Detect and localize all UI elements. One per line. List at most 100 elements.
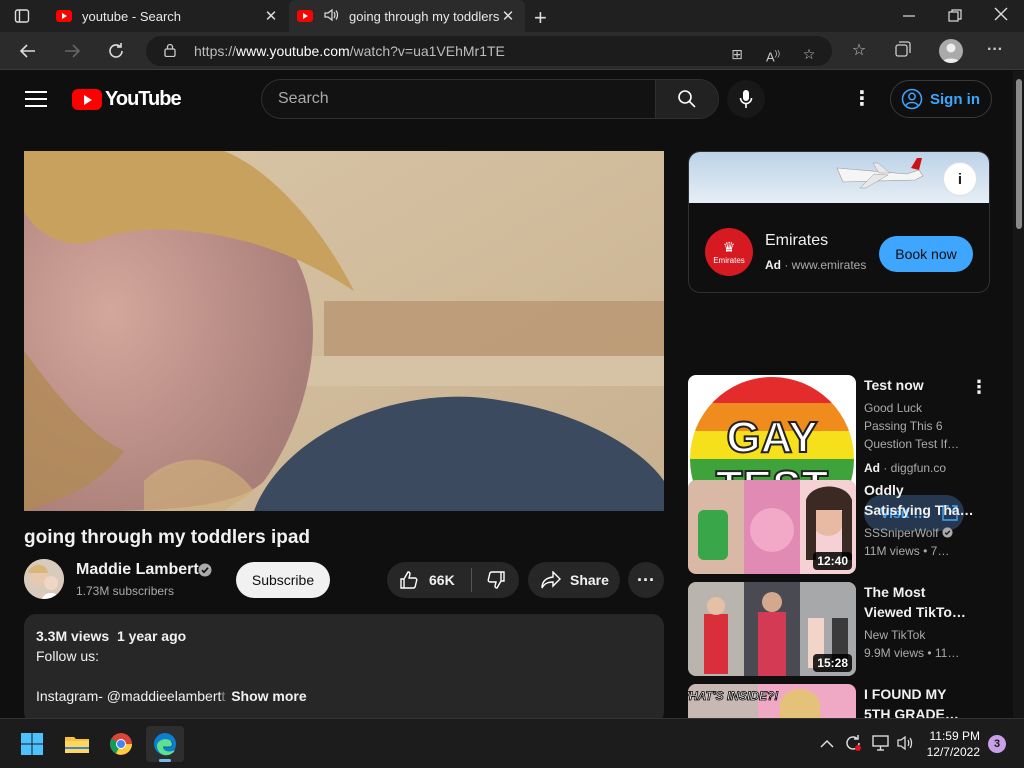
clock-time: 11:59 PM bbox=[929, 729, 980, 743]
youtube-page: YouTube ⋮ Sign in going throu bbox=[0, 71, 1024, 718]
tab-youtube-search[interactable]: youtube - Search ✕ bbox=[48, 0, 288, 32]
lock-icon[interactable] bbox=[164, 43, 176, 57]
app-available-icon[interactable]: ⊞ bbox=[726, 43, 748, 65]
url-text: https://www.youtube.com/watch?v=ua1VEhMr… bbox=[194, 43, 505, 59]
youtube-favicon-icon bbox=[297, 10, 313, 22]
tab-actions-icon[interactable] bbox=[14, 8, 30, 24]
video-channel: SSSniperWolf bbox=[864, 524, 953, 542]
more-vert-icon[interactable]: ⋮ bbox=[970, 377, 988, 398]
like-button[interactable]: 66K bbox=[387, 562, 469, 598]
video-thumbnail[interactable]: WHAT'S INSIDE?! bbox=[688, 684, 856, 718]
video-duration: 12:40 bbox=[813, 552, 852, 570]
forward-icon[interactable] bbox=[58, 38, 86, 64]
video-meta: 11M views • 7… bbox=[864, 544, 950, 558]
display-network-icon[interactable] bbox=[872, 734, 890, 755]
description-line: Follow us: bbox=[36, 648, 100, 664]
address-bar[interactable]: https://www.youtube.com/watch?v=ua1VEhMr… bbox=[146, 36, 832, 66]
video-title: Oddly Satisfying Tha… bbox=[864, 482, 974, 518]
chrome-icon[interactable] bbox=[102, 726, 140, 762]
hamburger-menu-icon[interactable] bbox=[25, 91, 47, 107]
sync-alert-icon[interactable] bbox=[844, 734, 862, 755]
volume-icon[interactable] bbox=[896, 734, 914, 755]
video-thumbnail[interactable]: 12:40 bbox=[688, 480, 856, 574]
clock-date: 12/7/2022 bbox=[926, 745, 980, 759]
youtube-logo[interactable]: YouTube bbox=[72, 88, 182, 111]
voice-search-button[interactable] bbox=[727, 80, 765, 118]
description-line: Instagram- @maddieelambertt Show more bbox=[36, 688, 307, 704]
ad-domain: Ad · www.emirates bbox=[765, 258, 867, 272]
show-hidden-icons-chevron-icon[interactable] bbox=[820, 736, 834, 752]
close-window-icon[interactable] bbox=[994, 7, 1008, 21]
thumbnail-text: WHAT'S INSIDE?! bbox=[688, 689, 778, 703]
tab-current-video[interactable]: going through my toddlers ✕ bbox=[289, 0, 525, 32]
thumbnail-text: GAY bbox=[726, 413, 817, 462]
emirates-logo: ♛ Emirates bbox=[705, 228, 753, 276]
ad-domain: Ad · diggfun.co bbox=[864, 461, 947, 475]
divider bbox=[471, 568, 472, 592]
video-duration: 15:28 bbox=[813, 654, 852, 672]
info-icon[interactable]: i bbox=[943, 162, 977, 196]
notification-badge[interactable]: 3 bbox=[988, 735, 1006, 753]
thumbs-up-icon bbox=[400, 571, 418, 589]
subscribe-button[interactable]: Subscribe bbox=[236, 562, 330, 598]
channel-avatar[interactable] bbox=[24, 559, 64, 599]
sign-in-label: Sign in bbox=[930, 90, 980, 108]
edge-icon[interactable] bbox=[146, 726, 184, 762]
close-tab-icon[interactable]: ✕ bbox=[262, 7, 280, 25]
windows-taskbar: 11:59 PM 12/7/2022 3 bbox=[0, 718, 1024, 768]
video-thumbnail[interactable]: 15:28 bbox=[688, 582, 856, 676]
book-now-button[interactable]: Book now bbox=[879, 236, 973, 272]
browser-titlebar: youtube - Search ✕ going through my todd… bbox=[0, 0, 1024, 32]
settings-more-vert-icon[interactable]: ⋮ bbox=[850, 86, 874, 112]
windows-start-icon[interactable] bbox=[13, 726, 51, 762]
new-tab-icon[interactable]: + bbox=[534, 5, 547, 31]
recommended-video[interactable]: WHAT'S INSIDE?! I FOUND MY 5TH GRADE… bbox=[688, 684, 990, 718]
settings-more-icon[interactable]: ··· bbox=[984, 39, 1006, 61]
verified-badge-icon bbox=[198, 563, 212, 577]
video-title: The Most Viewed TikTo… bbox=[864, 584, 966, 620]
more-actions-icon[interactable]: ··· bbox=[628, 562, 664, 598]
search-icon bbox=[678, 90, 696, 108]
close-tab-icon[interactable]: ✕ bbox=[499, 7, 517, 25]
like-dislike-bar: 66K bbox=[387, 562, 519, 598]
show-more-button[interactable]: Show more bbox=[231, 688, 306, 704]
browser-toolbar: https://www.youtube.com/watch?v=ua1VEhMr… bbox=[0, 32, 1024, 70]
video-channel: New TikTok bbox=[864, 628, 926, 642]
minimize-icon[interactable] bbox=[902, 8, 916, 22]
scrollbar-thumb[interactable] bbox=[1016, 79, 1022, 229]
add-favorite-icon[interactable]: ☆ bbox=[798, 43, 820, 65]
file-explorer-icon[interactable] bbox=[58, 726, 96, 762]
ad-description: Good Luck Passing This 6 Question Test I… bbox=[864, 401, 960, 451]
page-scrollbar[interactable] bbox=[1013, 71, 1024, 718]
sponsored-ad-card[interactable]: i ♛ Emirates Emirates Ad · www.emirates B… bbox=[688, 151, 990, 293]
search-input[interactable] bbox=[262, 80, 656, 118]
read-aloud-icon[interactable]: A)) bbox=[762, 43, 784, 65]
profile-avatar-icon[interactable] bbox=[939, 39, 963, 63]
dislike-button[interactable] bbox=[473, 562, 519, 598]
share-icon bbox=[541, 571, 561, 589]
collections-icon[interactable] bbox=[892, 40, 914, 62]
recommended-video[interactable]: 15:28 The Most Viewed TikTo… New TikTok … bbox=[688, 582, 990, 676]
recommended-video[interactable]: 12:40 Oddly Satisfying Tha… SSSniperWolf… bbox=[688, 480, 990, 574]
verified-badge-icon bbox=[942, 527, 953, 538]
favorites-icon[interactable]: ☆ bbox=[848, 40, 870, 62]
ad-advertiser-name: Emirates bbox=[765, 232, 829, 249]
tab-title: going through my toddlers bbox=[349, 8, 499, 24]
back-icon[interactable] bbox=[14, 38, 42, 64]
speaker-icon[interactable] bbox=[323, 8, 341, 25]
restore-icon[interactable] bbox=[948, 9, 962, 23]
youtube-play-logo-icon bbox=[72, 89, 102, 110]
search-box bbox=[261, 79, 719, 119]
refresh-icon[interactable] bbox=[102, 38, 130, 64]
video-title: I FOUND MY 5TH GRADE… bbox=[864, 686, 959, 718]
video-frame-image bbox=[24, 151, 664, 511]
video-meta: 9.9M views • 11… bbox=[864, 646, 960, 660]
system-clock[interactable]: 11:59 PM 12/7/2022 bbox=[927, 728, 980, 760]
description-box[interactable]: 3.3M views 1 year ago Follow us: Instagr… bbox=[24, 614, 664, 718]
search-button[interactable] bbox=[655, 80, 718, 118]
video-player[interactable] bbox=[24, 151, 664, 511]
sign-in-button[interactable]: Sign in bbox=[890, 80, 992, 118]
thumbs-down-icon bbox=[487, 571, 505, 589]
share-button[interactable]: Share bbox=[528, 562, 620, 598]
channel-name[interactable]: Maddie Lambert bbox=[76, 561, 199, 579]
